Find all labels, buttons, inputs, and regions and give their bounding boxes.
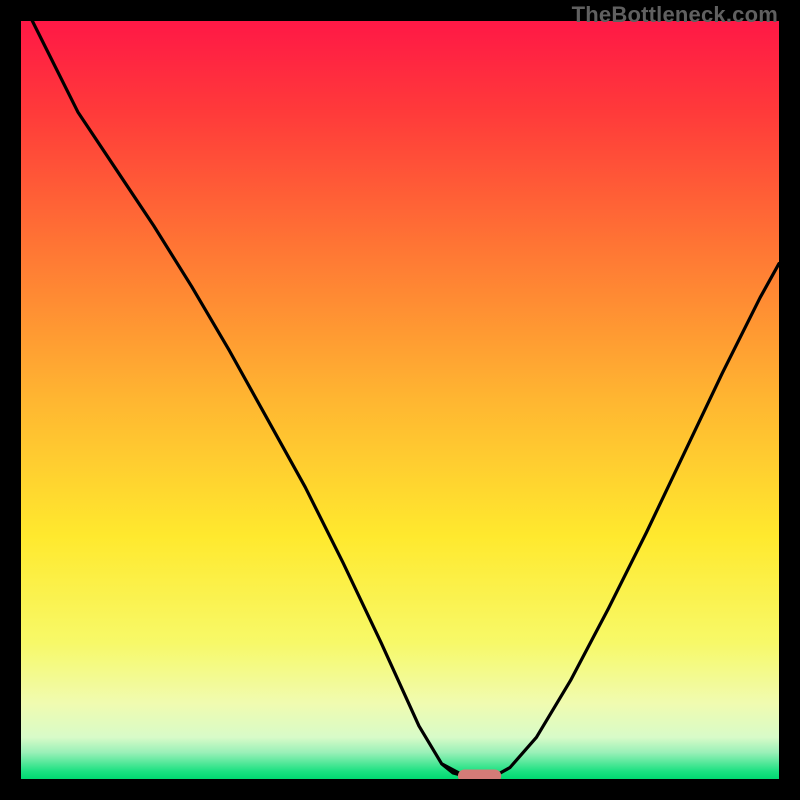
watermark-text: TheBottleneck.com — [572, 2, 778, 28]
bottleneck-chart — [21, 21, 779, 779]
chart-frame: TheBottleneck.com — [0, 0, 800, 800]
plot-background — [21, 21, 779, 779]
